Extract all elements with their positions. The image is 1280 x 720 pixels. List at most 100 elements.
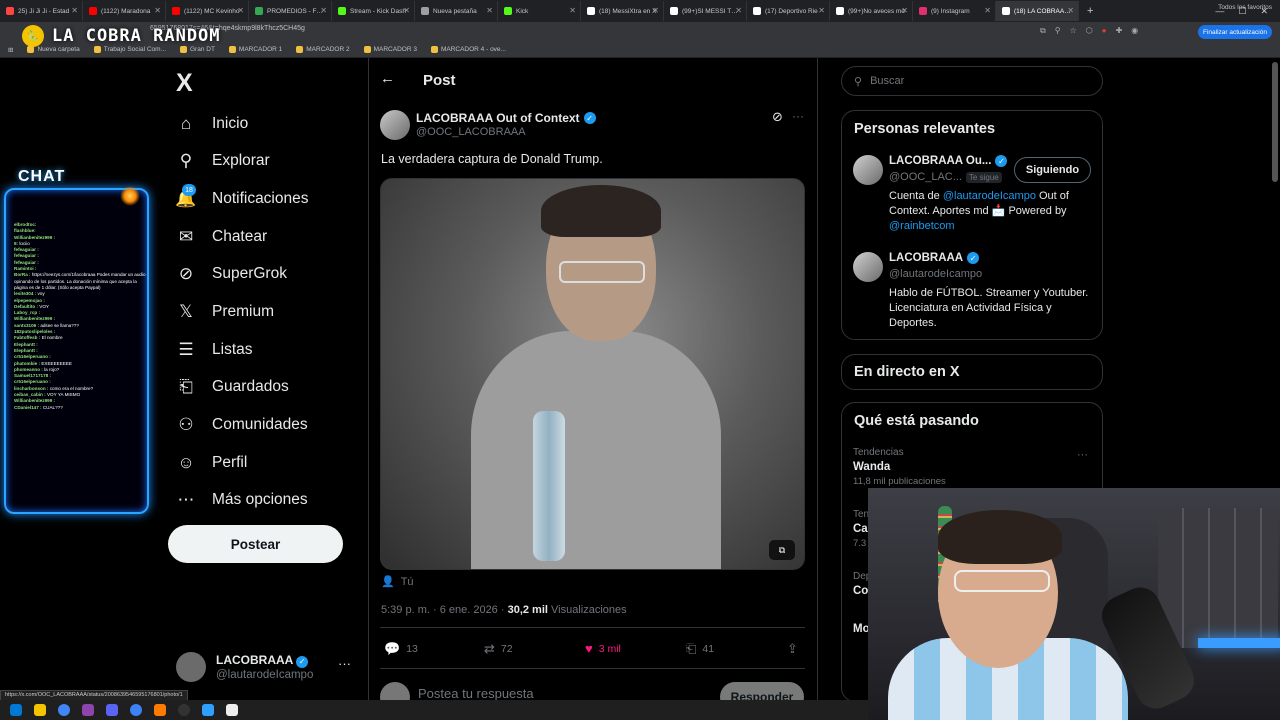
stream-app-icon[interactable] [154, 704, 166, 716]
live-card[interactable]: En directo en X [841, 354, 1103, 390]
more-icon[interactable]: ··· [338, 656, 351, 671]
sidebar-item-inicio[interactable]: ⌂ Inicio [176, 109, 248, 139]
sidebar-item-label: Premium [212, 303, 275, 320]
tab-close-icon[interactable]: ✕ [486, 6, 493, 15]
sidebar-item-explorar[interactable]: ⚲ Explorar [176, 146, 270, 176]
apps-icon[interactable]: ⊞ [8, 46, 13, 54]
browser-tab[interactable]: PROMEDIOS - Fútb ✕ [249, 1, 332, 21]
x-logo[interactable]: X [176, 69, 193, 98]
browser-tab[interactable]: 25) Ji Ji Ji - Estad ✕ [0, 1, 83, 21]
all-bookmarks[interactable]: Todos los favoritos [1218, 4, 1272, 11]
tab-close-icon[interactable]: ✕ [901, 6, 908, 15]
browser-tab[interactable]: (18) MessiXtra en X ✕ [581, 1, 664, 21]
tab-close-icon[interactable]: ✕ [984, 6, 991, 15]
browser-tab[interactable]: Kick ✕ [498, 1, 581, 21]
obs-icon[interactable] [178, 704, 190, 716]
post-author-handle[interactable]: @OOC_LACOBRAAA [416, 126, 526, 138]
extension-icon[interactable]: ⬡ [1086, 26, 1093, 36]
bookmark-folder-icon [296, 46, 304, 53]
browser-icon[interactable] [130, 704, 142, 716]
tab-favicon-icon [6, 7, 14, 15]
sidebar-item-supergrok[interactable]: ⊘ SuperGrok [176, 259, 287, 289]
tab-favicon-icon [670, 7, 678, 15]
trend-more-icon[interactable]: ··· [1077, 449, 1088, 461]
browser-tab[interactable]: (18) LA COBRAAA O ✕ [996, 1, 1079, 21]
person-name: LACOBRAAA Ou... ✓ [889, 155, 1008, 167]
sidebar-item-label: Listas [212, 341, 253, 358]
star-icon[interactable]: ☆ [1070, 26, 1077, 36]
new-tab-icon[interactable]: + [1079, 5, 1101, 17]
browser-tab[interactable]: (1122) MC Kevinho ✕ [166, 1, 249, 21]
tab-close-icon[interactable]: ✕ [237, 6, 244, 15]
app-icon[interactable] [202, 704, 214, 716]
browser-tabstrip: 25) Ji Ji Ji - Estad ✕ (1122) Maradona ✕ (11… [0, 0, 1280, 22]
back-arrow-icon[interactable]: ← [380, 70, 395, 87]
tab-favicon-icon [255, 7, 263, 15]
sidebar-item-chatear[interactable]: ✉ Chatear [176, 222, 267, 252]
notification-badge: 18 [182, 184, 196, 196]
update-button[interactable]: Finalizar actualización [1198, 25, 1272, 39]
image-options-icon[interactable]: ⧉ [769, 540, 795, 560]
home-icon: ⌂ [180, 114, 192, 133]
bookmark-item[interactable]: MARCADOR 1 [228, 46, 282, 53]
bookmark-item[interactable]: MARCADOR 2 [296, 46, 350, 53]
tab-close-icon[interactable]: ✕ [154, 6, 161, 15]
browser-tab[interactable]: (9) Instagram ✕ [913, 1, 996, 21]
reply-input[interactable]: Postea tu respuesta [418, 686, 534, 701]
sidebar-item-listas[interactable]: ☰ Listas [176, 335, 253, 365]
tab-close-icon[interactable]: ✕ [71, 6, 78, 15]
account-switcher[interactable]: LACOBRAAA ✓ @lautarodeIcampo ··· [176, 650, 356, 686]
folder-icon[interactable] [34, 704, 46, 716]
sidebar-item-guardados[interactable]: ⎗ Guardados [176, 372, 289, 402]
bookmark-action[interactable]: ⎗ 41 [686, 641, 714, 657]
chrome-icon[interactable] [58, 704, 70, 716]
browser-tab[interactable]: (17) Deportivo Rie ✕ [747, 1, 830, 21]
sidebar-item-premium[interactable]: 𝕏 Premium [176, 297, 274, 327]
tab-close-icon[interactable]: ✕ [403, 6, 410, 15]
tab-close-icon[interactable]: ✕ [818, 6, 825, 15]
tab-close-icon[interactable]: ✕ [735, 6, 742, 15]
verified-icon: ✓ [967, 252, 980, 264]
puzzle-icon[interactable]: ✚ [1116, 26, 1123, 36]
grok-icon[interactable]: ⊘ [772, 109, 783, 125]
verified-icon: ✓ [296, 655, 309, 668]
sidebar-item-perfil[interactable]: ☺ Perfil [176, 448, 247, 478]
sidebar-item-más-opciones[interactable]: ⋯ Más opciones [176, 485, 308, 515]
zoom-icon[interactable]: ⚲ [1055, 26, 1061, 36]
browser-tab[interactable]: (99+)SI MESSI TE P ✕ [664, 1, 747, 21]
post-button[interactable]: Postear [168, 525, 343, 563]
discord-icon[interactable] [106, 704, 118, 716]
app-icon[interactable] [226, 704, 238, 716]
profile-icon[interactable]: ◉ [1131, 26, 1138, 36]
tab-close-icon[interactable]: ✕ [569, 6, 576, 15]
record-icon[interactable]: ● [1102, 26, 1107, 36]
start-icon[interactable] [10, 704, 22, 716]
sidebar-item-comunidades[interactable]: ⚇ Comunidades [176, 410, 307, 440]
post-author-name[interactable]: LACOBRAAA Out of Context ✓ [416, 111, 596, 125]
bookmark-item[interactable]: MARCADOR 4 - ove... [430, 46, 506, 53]
browser-tab[interactable]: Stream - Kick Dash ✕ [332, 1, 415, 21]
tab-close-icon[interactable]: ✕ [1067, 6, 1074, 15]
more-icon[interactable]: ··· [792, 109, 804, 123]
post-author-avatar[interactable] [380, 110, 410, 140]
browser-tab[interactable]: (1122) Maradona ✕ [83, 1, 166, 21]
search-input[interactable]: ⚲ Buscar [841, 66, 1103, 96]
screenshot-icon[interactable]: ⧉ [1040, 26, 1046, 36]
tab-close-icon[interactable]: ✕ [320, 6, 327, 15]
following-button[interactable]: Siguiendo [1014, 157, 1091, 183]
tagged-users[interactable]: 👤 Tú [381, 575, 414, 589]
post-image[interactable] [380, 178, 805, 570]
browser-tab[interactable]: (99+)No aveces mo ✕ [830, 1, 913, 21]
repost-action[interactable]: ⇄ 72 [484, 641, 513, 657]
app-icon[interactable] [82, 704, 94, 716]
trend-item[interactable]: Tendencias Wanda 11,8 mil publicaciones [853, 447, 946, 487]
like-action[interactable]: ♥ 3 mil [585, 641, 621, 656]
bookmark-item[interactable]: MARCADOR 3 [363, 46, 417, 53]
post-text: La verdadera captura de Donald Trump. [381, 152, 603, 166]
share-action[interactable]: ⇪ [787, 641, 798, 657]
reply-action[interactable]: 💬 13 [384, 641, 418, 657]
tab-close-icon[interactable]: ✕ [652, 6, 659, 15]
browser-tab[interactable]: Nueva pestaña ✕ [415, 1, 498, 21]
trend-item[interactable]: Ten Ca 7.3 [853, 509, 869, 549]
scrollbar[interactable] [1272, 62, 1278, 182]
